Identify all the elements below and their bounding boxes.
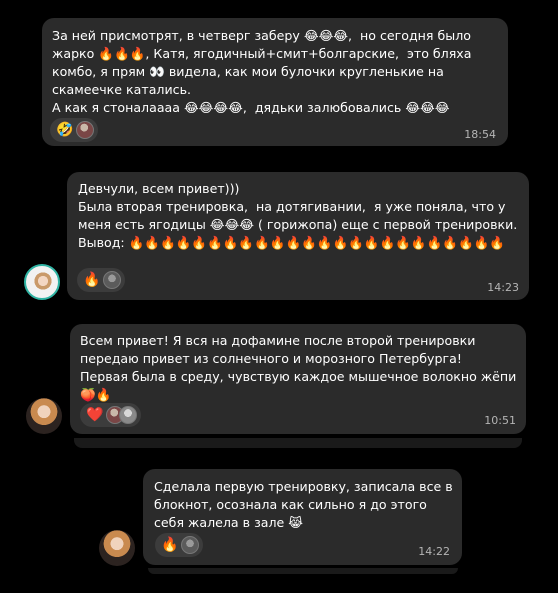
reaction-chip[interactable]: 🤣: [50, 118, 99, 142]
message-text: Девчули, всем привет))) Была вторая трен…: [78, 181, 518, 250]
message-bubble[interactable]: Девчули, всем привет))) Была вторая трен…: [67, 172, 529, 300]
message-bubble[interactable]: Всем привет! Я вся на дофамине после вто…: [70, 324, 526, 434]
reaction-chip[interactable]: 🔥: [77, 268, 126, 292]
message-bubble[interactable]: За ней присмотрят, в четверг заберу 😂😂😂,…: [42, 18, 508, 146]
sender-avatar[interactable]: [24, 264, 60, 300]
message-time: 14:23: [487, 281, 519, 294]
reaction-chip[interactable]: 🔥: [155, 533, 204, 557]
sender-avatar[interactable]: [26, 398, 62, 434]
bubble-shadow: [148, 568, 458, 574]
reactor-avatar: [103, 271, 122, 289]
message-time: 18:54: [464, 128, 496, 141]
reaction-emoji: 🔥: [83, 272, 101, 288]
message-text: Сделала первую тренировку, записала все …: [154, 479, 457, 530]
reaction-chip[interactable]: ❤️: [80, 403, 142, 427]
sender-avatar[interactable]: [99, 530, 135, 566]
reactor-avatar: [119, 406, 138, 424]
reaction-emoji: ❤️: [86, 407, 104, 423]
bubble-shadow: [74, 438, 522, 448]
message-text: За ней присмотрят, в четверг заберу 😂😂😂,…: [52, 28, 472, 115]
reactions: 🔥: [77, 268, 126, 292]
message-time: 14:22: [418, 545, 450, 558]
message-bubble[interactable]: Сделала первую тренировку, записала все …: [143, 469, 462, 565]
reactions: ❤️: [80, 403, 142, 427]
reactor-avatar: [181, 536, 200, 554]
reactor-avatar: [76, 121, 95, 139]
message-text: Всем привет! Я вся на дофамине после вто…: [80, 333, 517, 402]
reactions: 🤣: [50, 118, 99, 142]
reaction-emoji: 🤣: [56, 122, 74, 138]
reactions: 🔥: [155, 533, 204, 557]
reaction-emoji: 🔥: [161, 537, 179, 553]
message-time: 10:51: [484, 414, 516, 427]
